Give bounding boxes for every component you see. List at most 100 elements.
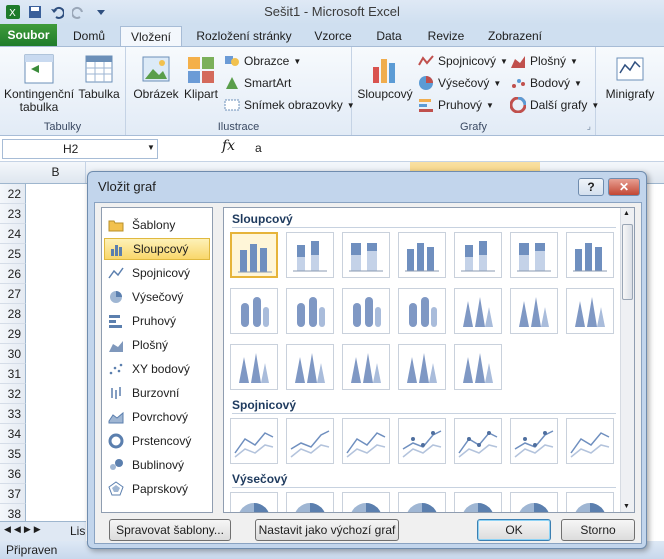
cancel-button[interactable]: Storno bbox=[561, 519, 635, 541]
tab-insert[interactable]: Vložení bbox=[120, 26, 182, 47]
chart-subtype-thumbnail[interactable] bbox=[230, 232, 278, 278]
table-button[interactable]: Tabulka bbox=[76, 53, 122, 101]
row-header[interactable]: 24 bbox=[0, 224, 26, 244]
chart-subtype-thumbnail[interactable] bbox=[286, 492, 334, 512]
chart-category-item[interactable]: Šablony bbox=[104, 214, 210, 236]
chart-category-item[interactable]: Plošný bbox=[104, 334, 210, 356]
chart-subtype-thumbnail[interactable] bbox=[398, 288, 446, 334]
chart-subtype-thumbnail[interactable] bbox=[566, 288, 614, 334]
chart-subtype-thumbnail[interactable] bbox=[342, 344, 390, 390]
chart-subtype-thumbnail[interactable] bbox=[454, 418, 502, 464]
tab-page-layout[interactable]: Rozložení stránky bbox=[190, 26, 298, 47]
row-header[interactable]: 27 bbox=[0, 284, 26, 304]
other-charts-button[interactable]: Další grafy ▼ bbox=[510, 95, 599, 115]
scatter-chart-button[interactable]: Bodový ▼ bbox=[510, 73, 582, 93]
picture-button[interactable]: Obrázek bbox=[130, 53, 182, 101]
tab-home[interactable]: Domů bbox=[64, 26, 114, 47]
chart-subtype-thumbnail[interactable] bbox=[398, 344, 446, 390]
close-icon[interactable]: ✕ bbox=[608, 178, 640, 196]
chart-category-item[interactable]: Pruhový bbox=[104, 310, 210, 332]
chart-subtype-thumbnail[interactable] bbox=[454, 344, 502, 390]
row-header[interactable]: 23 bbox=[0, 204, 26, 224]
chart-subtype-thumbnail[interactable] bbox=[342, 232, 390, 278]
chart-category-item[interactable]: Sloupcový bbox=[104, 238, 210, 260]
row-header[interactable]: 29 bbox=[0, 324, 26, 344]
tab-file[interactable]: Soubor bbox=[0, 24, 57, 47]
chart-subtype-thumbnail[interactable] bbox=[398, 232, 446, 278]
row-header[interactable]: 32 bbox=[0, 384, 26, 404]
chart-subtype-thumbnail[interactable] bbox=[342, 418, 390, 464]
smartart-button[interactable]: SmartArt bbox=[224, 73, 291, 93]
chart-subtype-thumbnail[interactable] bbox=[510, 418, 558, 464]
chart-subtype-thumbnail[interactable] bbox=[566, 418, 614, 464]
row-header[interactable]: 30 bbox=[0, 344, 26, 364]
chart-subtype-thumbnail[interactable] bbox=[230, 418, 278, 464]
chart-category-item[interactable]: Burzovní bbox=[104, 382, 210, 404]
row-header[interactable]: 26 bbox=[0, 264, 26, 284]
insert-function-icon[interactable]: fx bbox=[222, 138, 235, 154]
chart-category-item[interactable]: Paprskový bbox=[104, 478, 210, 500]
row-header[interactable]: 34 bbox=[0, 424, 26, 444]
shapes-button[interactable]: Obrazce ▼ bbox=[224, 51, 301, 71]
row-header[interactable]: 25 bbox=[0, 244, 26, 264]
chart-subtype-thumbnail[interactable] bbox=[286, 418, 334, 464]
scroll-up-icon[interactable]: ▲ bbox=[623, 210, 630, 217]
pivot-table-button[interactable]: Kontingenční tabulka bbox=[4, 53, 74, 114]
name-box[interactable]: H2 bbox=[2, 139, 158, 159]
pie-chart-button[interactable]: Výsečový ▼ bbox=[418, 73, 501, 93]
chart-subtype-thumbnail[interactable] bbox=[286, 232, 334, 278]
bar-chart-button[interactable]: Pruhový ▼ bbox=[418, 95, 494, 115]
chart-subtype-thumbnail[interactable] bbox=[342, 288, 390, 334]
line-chart-button[interactable]: Spojnicový ▼ bbox=[418, 51, 508, 71]
chart-subtype-thumbnail[interactable] bbox=[510, 288, 558, 334]
sheet-tab[interactable]: Lis bbox=[70, 524, 85, 538]
sparklines-button[interactable]: Minigrafy bbox=[598, 53, 662, 101]
dialog-launcher-icon[interactable]: ⌟ bbox=[587, 121, 591, 132]
chart-subtype-thumbnail[interactable] bbox=[230, 344, 278, 390]
row-header[interactable]: 22 bbox=[0, 184, 26, 204]
clipart-button[interactable]: Klipart bbox=[182, 53, 220, 101]
chart-subtype-thumbnail[interactable] bbox=[286, 288, 334, 334]
chart-subtype-thumbnail[interactable] bbox=[454, 492, 502, 512]
column-chart-button[interactable]: Sloupcový bbox=[356, 53, 414, 101]
chart-subtype-thumbnail[interactable] bbox=[342, 492, 390, 512]
formula-value[interactable]: a bbox=[255, 141, 262, 155]
chart-subtype-thumbnail[interactable] bbox=[566, 492, 614, 512]
sheet-nav-arrows-icon[interactable]: ◀◀▶▶ bbox=[4, 524, 44, 535]
chart-category-item[interactable]: XY bodový bbox=[104, 358, 210, 380]
tab-review[interactable]: Revize bbox=[420, 26, 472, 47]
chart-category-item[interactable]: Bublinový bbox=[104, 454, 210, 476]
area-chart-button[interactable]: Plošný ▼ bbox=[510, 51, 578, 71]
chart-subtype-thumbnail[interactable] bbox=[398, 418, 446, 464]
scroll-thumb[interactable] bbox=[622, 224, 633, 300]
chart-subtype-thumbnail[interactable] bbox=[230, 492, 278, 512]
row-header[interactable]: 35 bbox=[0, 444, 26, 464]
chart-category-item[interactable]: Spojnicový bbox=[104, 262, 210, 284]
tab-formulas[interactable]: Vzorce bbox=[306, 26, 360, 47]
chart-category-item[interactable]: Prstencový bbox=[104, 430, 210, 452]
help-button[interactable]: ? bbox=[578, 178, 604, 196]
chart-subtype-thumbnail[interactable] bbox=[286, 344, 334, 390]
chart-category-item[interactable]: Povrchový bbox=[104, 406, 210, 428]
chart-subtype-thumbnail[interactable] bbox=[230, 288, 278, 334]
chart-subtype-thumbnail[interactable] bbox=[566, 232, 614, 278]
chart-subtype-thumbnail[interactable] bbox=[398, 492, 446, 512]
row-header[interactable]: 37 bbox=[0, 484, 26, 504]
row-header[interactable]: 36 bbox=[0, 464, 26, 484]
manage-templates-button[interactable]: Spravovat šablony... bbox=[109, 519, 231, 541]
ok-button[interactable]: OK bbox=[477, 519, 551, 541]
set-default-chart-button[interactable]: Nastavit jako výchozí graf bbox=[255, 519, 399, 541]
chart-subtype-thumbnail[interactable] bbox=[510, 492, 558, 512]
chart-subtype-thumbnail[interactable] bbox=[454, 232, 502, 278]
chart-category-item[interactable]: Výsečový bbox=[104, 286, 210, 308]
screenshot-button[interactable]: Snímek obrazovky ▼ bbox=[224, 95, 355, 115]
row-header[interactable]: 33 bbox=[0, 404, 26, 424]
scroll-down-icon[interactable]: ▼ bbox=[623, 503, 630, 510]
tab-data[interactable]: Data bbox=[366, 26, 412, 47]
row-header[interactable]: 28 bbox=[0, 304, 26, 324]
tab-view[interactable]: Zobrazení bbox=[480, 26, 550, 47]
vertical-scrollbar[interactable]: ▲ ▼ bbox=[620, 208, 634, 512]
row-header[interactable]: 31 bbox=[0, 364, 26, 384]
chart-subtype-thumbnail[interactable] bbox=[454, 288, 502, 334]
column-header-b[interactable]: B bbox=[26, 162, 86, 183]
